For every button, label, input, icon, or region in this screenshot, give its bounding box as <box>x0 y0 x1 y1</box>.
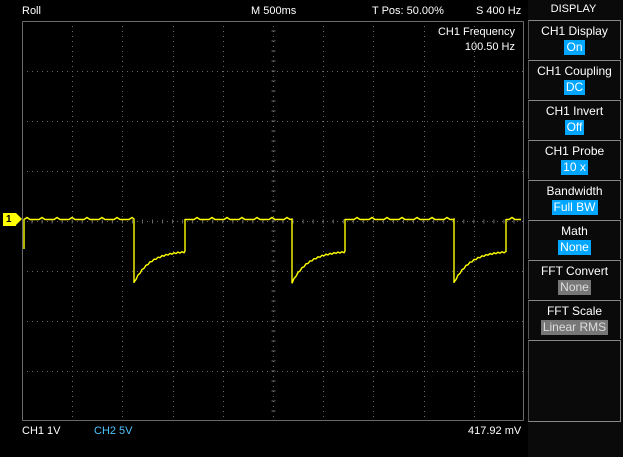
menu-ch1-invert[interactable]: CH1 Invert Off <box>528 100 621 139</box>
menu-item-value: None <box>558 240 591 255</box>
menu-fft-scale[interactable]: FFT Scale Linear RMS <box>528 300 621 339</box>
menu-item-value: On <box>564 40 585 55</box>
frequency-measurement: CH1 Frequency 100.50 Hz <box>438 25 515 55</box>
menu-math[interactable]: Math None <box>528 220 621 259</box>
ch2-scale: CH2 5V <box>94 425 133 437</box>
menu-ch1-display[interactable]: CH1 Display On <box>528 20 621 59</box>
waveform-display[interactable] <box>22 21 524 421</box>
acquisition-mode: Roll <box>22 5 41 17</box>
menu-item-value: None <box>558 280 591 295</box>
measurement-label: CH1 Frequency <box>437 26 515 38</box>
menu-item-label: Bandwidth <box>546 184 603 198</box>
timebase-readout: M 500ms <box>251 5 297 17</box>
trigger-level-readout: 417.92 mV <box>468 425 522 437</box>
menu-ch1-probe[interactable]: CH1 Probe 10 x <box>528 140 621 179</box>
menu-item-value: Off <box>564 120 585 135</box>
menu-bandwidth[interactable]: Bandwidth Full BW <box>528 180 621 219</box>
menu-item-label: FFT Scale <box>546 304 603 318</box>
ch1-waveform-trace <box>23 216 521 284</box>
menu-empty-slot[interactable] <box>528 340 621 422</box>
menu-item-value: DC <box>563 80 586 95</box>
menu-item-label: FFT Convert <box>540 264 609 278</box>
menu-item-value: Full BW <box>551 200 598 215</box>
menu-item-value: Linear RMS <box>540 320 609 335</box>
menu-ch1-coupling[interactable]: CH1 Coupling DC <box>528 60 621 99</box>
menu-item-label: Math <box>561 224 588 238</box>
menu-title: DISPLAY <box>550 3 597 15</box>
ch1-ground-marker[interactable]: 1 <box>3 213 22 226</box>
graticule <box>22 21 524 421</box>
menu-item-label: CH1 Probe <box>544 144 605 158</box>
sample-rate-readout: S 400 Hz <box>476 5 522 17</box>
menu-item-label: CH1 Invert <box>545 104 604 118</box>
measurement-value: 100.50 Hz <box>464 41 515 53</box>
menu-item-label: CH1 Display <box>541 24 608 38</box>
menu-item-label: CH1 Coupling <box>537 64 612 78</box>
display-menu: DISPLAY CH1 Display On CH1 Coupling DC C… <box>528 0 623 457</box>
menu-item-value: 10 x <box>561 160 588 175</box>
menu-fft-convert[interactable]: FFT Convert None <box>528 260 621 299</box>
trigger-position-readout: T Pos: 50.00% <box>372 5 444 17</box>
ch1-scale: CH1 1V <box>22 425 61 437</box>
